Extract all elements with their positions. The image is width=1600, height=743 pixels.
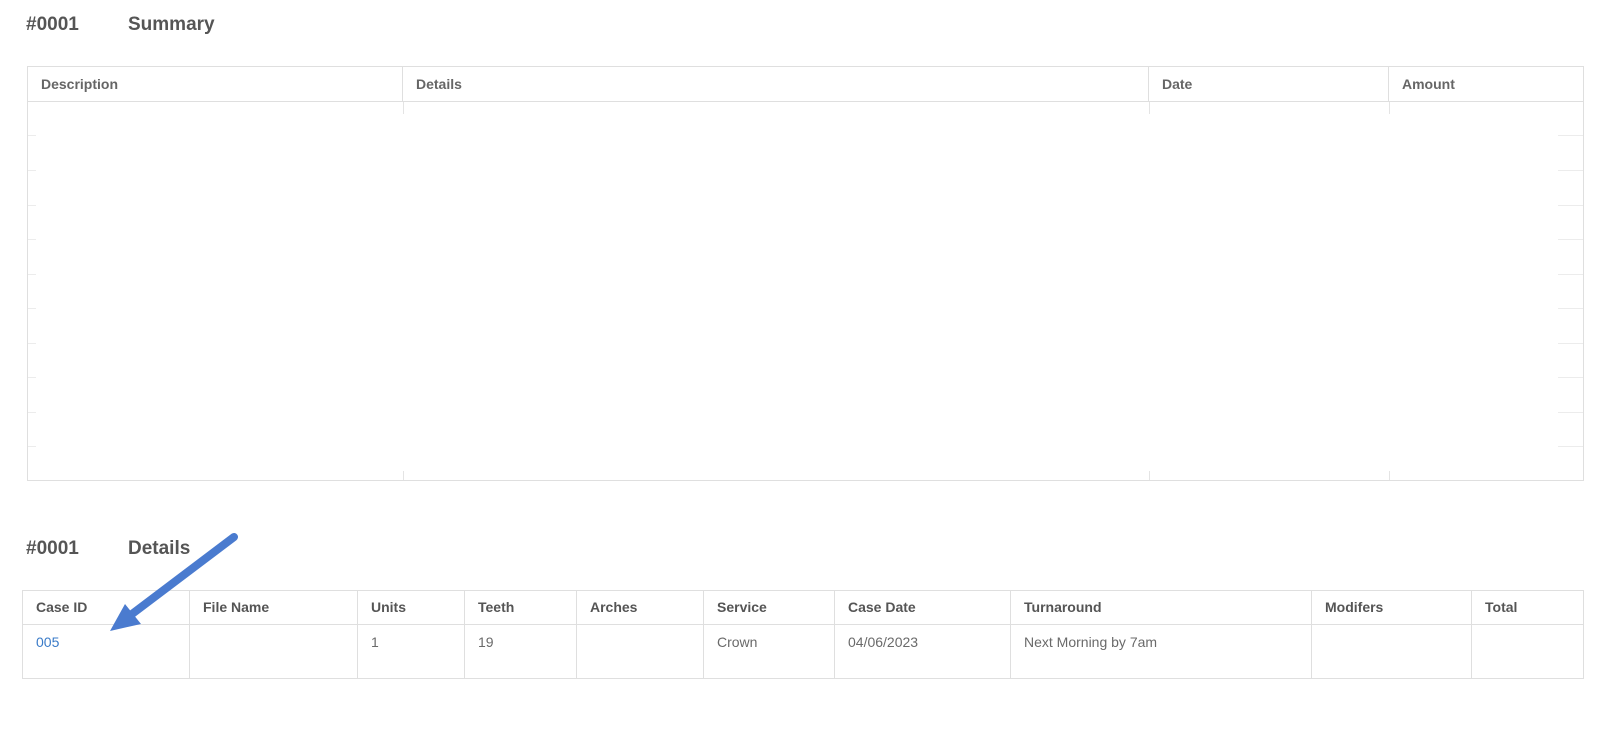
- summary-invoice-number: #0001: [26, 14, 79, 35]
- case-id-link[interactable]: 005: [23, 625, 190, 678]
- summary-heading: #0001 Summary: [26, 14, 215, 36]
- details-invoice-number: #0001: [26, 538, 79, 559]
- turnaround-cell: Next Morning by 7am: [1011, 625, 1312, 678]
- summary-table-body: [28, 102, 1583, 480]
- details-col-case-date[interactable]: Case Date: [835, 591, 1011, 624]
- summary-col-details[interactable]: Details: [403, 67, 1149, 101]
- details-col-file-name[interactable]: File Name: [190, 591, 358, 624]
- details-heading: #0001 Details: [26, 538, 190, 560]
- summary-table: Description Details Date Amount: [27, 66, 1584, 481]
- details-col-teeth[interactable]: Teeth: [465, 591, 577, 624]
- details-col-arches[interactable]: Arches: [577, 591, 704, 624]
- case-date-cell: 04/06/2023: [835, 625, 1011, 678]
- arches-cell: [577, 625, 704, 678]
- service-cell: Crown: [704, 625, 835, 678]
- details-col-turnaround[interactable]: Turnaround: [1011, 591, 1312, 624]
- units-cell: 1: [358, 625, 465, 678]
- details-title: Details: [128, 538, 191, 559]
- details-col-service[interactable]: Service: [704, 591, 835, 624]
- summary-loading-overlay: [36, 114, 1558, 471]
- modifiers-cell: [1312, 625, 1472, 678]
- details-col-units[interactable]: Units: [358, 591, 465, 624]
- summary-col-amount[interactable]: Amount: [1389, 67, 1583, 101]
- file-name-cell: [190, 625, 358, 678]
- summary-table-header: Description Details Date Amount: [28, 67, 1583, 102]
- details-table-header: Case ID File Name Units Teeth Arches Ser…: [23, 591, 1583, 625]
- details-table: Case ID File Name Units Teeth Arches Ser…: [22, 590, 1584, 679]
- details-col-modifiers[interactable]: Modifers: [1312, 591, 1472, 624]
- summary-title: Summary: [128, 14, 215, 35]
- teeth-cell: 19: [465, 625, 577, 678]
- summary-col-description[interactable]: Description: [28, 67, 403, 101]
- summary-col-date[interactable]: Date: [1149, 67, 1389, 101]
- table-row: 005 1 19 Crown 04/06/2023 Next Morning b…: [23, 625, 1583, 678]
- total-cell: [1472, 625, 1583, 678]
- details-col-total[interactable]: Total: [1472, 591, 1583, 624]
- details-col-case-id[interactable]: Case ID: [23, 591, 190, 624]
- invoice-page: #0001 Summary Description Details Date A…: [0, 0, 1600, 743]
